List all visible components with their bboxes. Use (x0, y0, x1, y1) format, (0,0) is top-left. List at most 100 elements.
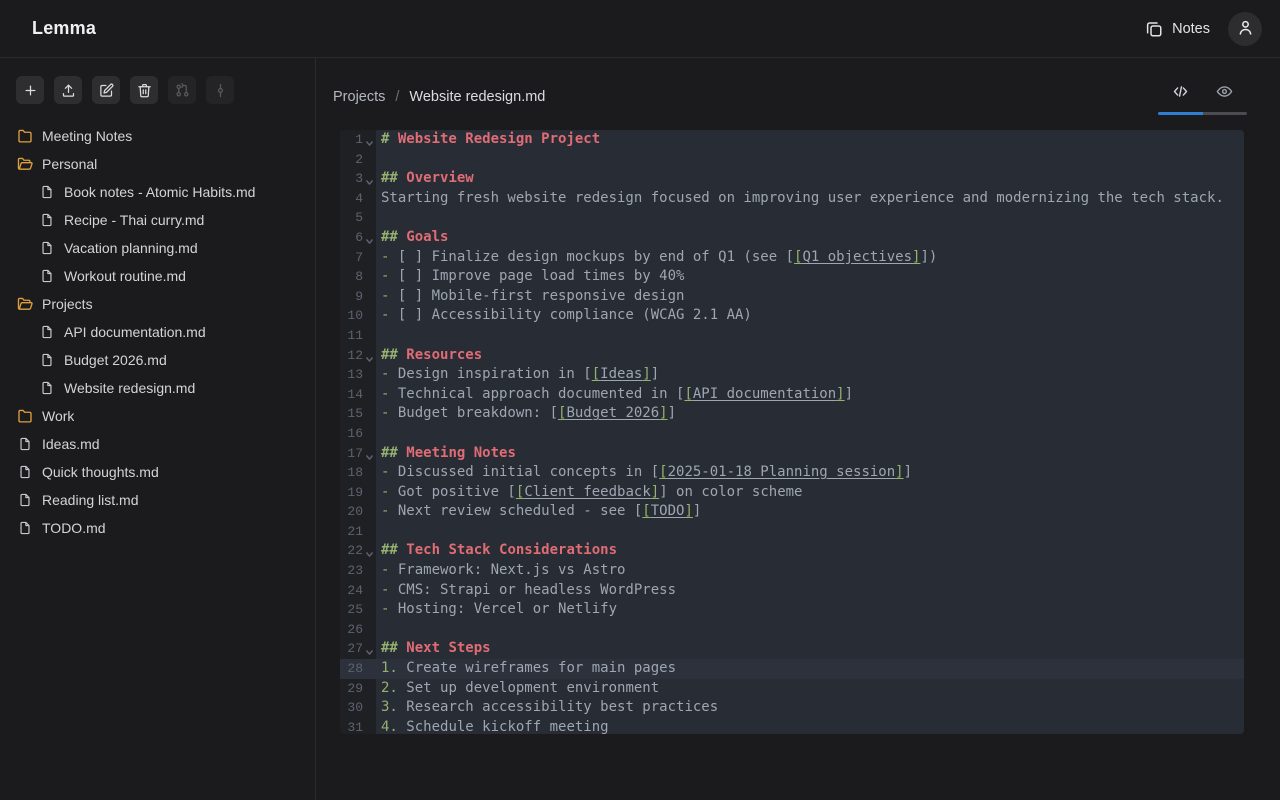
editor-line-11[interactable]: 11 (340, 326, 1244, 346)
tree-item-label: Reading list.md (42, 492, 139, 508)
editor-line-5[interactable]: 5 (340, 208, 1244, 228)
md-marker: - (381, 484, 398, 500)
wiki-link[interactable]: [ (642, 503, 650, 519)
tree-item-label: Meeting Notes (42, 128, 132, 144)
line-number: 1 (340, 130, 376, 150)
file-item-recipe-thai-curry-md[interactable]: Recipe - Thai curry.md (0, 206, 315, 234)
wiki-link[interactable]: [ (659, 464, 667, 480)
editor-line-17[interactable]: 17## Meeting Notes (340, 444, 1244, 464)
tab-source[interactable] (1158, 80, 1203, 106)
md-marker: ## (381, 640, 406, 656)
plain-text: [ ] Improve page load times by 40% (398, 268, 685, 284)
editor-line-9[interactable]: 9- [ ] Mobile-first responsive design (340, 287, 1244, 307)
editor-line-14[interactable]: 14- Technical approach documented in [[A… (340, 385, 1244, 405)
md-marker: - (381, 386, 398, 402)
edit-button[interactable] (92, 76, 120, 104)
plain-text: Framework: Next.js vs Astro (398, 562, 626, 578)
plain-text: [ ] Accessibility compliance (WCAG 2.1 A… (398, 307, 752, 323)
file-item-todo-md[interactable]: TODO.md (0, 514, 315, 542)
wiki-link[interactable]: Q1 objectives (802, 249, 912, 265)
md-marker: 1. (381, 660, 406, 676)
editor-line-20[interactable]: 20- Next review scheduled - see [[TODO]] (340, 502, 1244, 522)
editor-line-4[interactable]: 4Starting fresh website redesign focused… (340, 189, 1244, 209)
file-item-book-notes-atomic-habits-md[interactable]: Book notes - Atomic Habits.md (0, 178, 315, 206)
editor-line-26[interactable]: 26 (340, 620, 1244, 640)
editor-line-30[interactable]: 303. Research accessibility best practic… (340, 698, 1244, 718)
editor-line-12[interactable]: 12## Resources (340, 346, 1244, 366)
wiki-link[interactable]: [ (684, 386, 692, 402)
file-item-vacation-planning-md[interactable]: Vacation planning.md (0, 234, 315, 262)
breadcrumb-folder[interactable]: Projects (333, 89, 385, 105)
wiki-link[interactable]: ] (642, 366, 650, 382)
notes-button[interactable]: Notes (1145, 20, 1210, 38)
upload-button[interactable] (54, 76, 82, 104)
editor-line-3[interactable]: 3## Overview (340, 169, 1244, 189)
file-icon (16, 521, 33, 535)
file-item-website-redesign-md[interactable]: Website redesign.md (0, 374, 315, 402)
folder-open-icon (16, 156, 33, 172)
editor-line-19[interactable]: 19- Got positive [[Client feedback]] on … (340, 483, 1244, 503)
plain-text: Set up development environment (406, 680, 659, 696)
editor-line-16[interactable]: 16 (340, 424, 1244, 444)
upload-icon (61, 83, 76, 98)
folder-item-work[interactable]: Work (0, 402, 315, 430)
wiki-link[interactable]: ] (651, 484, 659, 500)
editor-line-6[interactable]: 6## Goals (340, 228, 1244, 248)
code-line-content: - Got positive [[Client feedback]] on co… (376, 483, 1244, 503)
editor-line-27[interactable]: 27## Next Steps (340, 639, 1244, 659)
wiki-link[interactable]: API documentation (693, 386, 836, 402)
editor-line-25[interactable]: 25- Hosting: Vercel or Netlify (340, 600, 1244, 620)
editor-line-13[interactable]: 13- Design inspiration in [[Ideas]] (340, 365, 1244, 385)
editor-line-1[interactable]: 1# Website Redesign Project (340, 130, 1244, 150)
file-item-budget-2026-md[interactable]: Budget 2026.md (0, 346, 315, 374)
editor-line-24[interactable]: 24- CMS: Strapi or headless WordPress (340, 581, 1244, 601)
editor-line-18[interactable]: 18- Discussed initial concepts in [[2025… (340, 463, 1244, 483)
avatar[interactable] (1228, 12, 1262, 46)
editor-line-15[interactable]: 15- Budget breakdown: [[Budget 2026]] (340, 404, 1244, 424)
wiki-link[interactable]: ] (836, 386, 844, 402)
wiki-link[interactable]: Ideas (600, 366, 642, 382)
file-item-ideas-md[interactable]: Ideas.md (0, 430, 315, 458)
wiki-link[interactable]: ] (684, 503, 692, 519)
editor-line-21[interactable]: 21 (340, 522, 1244, 542)
markdown-editor[interactable]: 1# Website Redesign Project23## Overview… (340, 130, 1244, 734)
wiki-link[interactable]: 2025-01-18 Planning session (668, 464, 896, 480)
wiki-link[interactable]: [ (592, 366, 600, 382)
wiki-link[interactable]: TODO (651, 503, 685, 519)
editor-line-23[interactable]: 23- Framework: Next.js vs Astro (340, 561, 1244, 581)
md-marker: - (381, 268, 398, 284)
sidebar-toolbar (0, 76, 315, 118)
breadcrumb-file: Website redesign.md (409, 89, 545, 105)
code-line-content: - Framework: Next.js vs Astro (376, 561, 1244, 581)
wiki-link[interactable]: ] (659, 405, 667, 421)
heading-text: Resources (406, 347, 482, 363)
editor-line-29[interactable]: 292. Set up development environment (340, 679, 1244, 699)
wiki-link[interactable]: Budget 2026 (566, 405, 659, 421)
editor-line-10[interactable]: 10- [ ] Accessibility compliance (WCAG 2… (340, 306, 1244, 326)
tab-preview[interactable] (1203, 80, 1248, 106)
file-item-workout-routine-md[interactable]: Workout routine.md (0, 262, 315, 290)
editor-line-8[interactable]: 8- [ ] Improve page load times by 40% (340, 267, 1244, 287)
editor-line-22[interactable]: 22## Tech Stack Considerations (340, 541, 1244, 561)
editor-line-31[interactable]: 314. Schedule kickoff meeting (340, 718, 1244, 734)
editor-line-2[interactable]: 2 (340, 150, 1244, 170)
folder-item-meeting-notes[interactable]: Meeting Notes (0, 122, 315, 150)
eye-icon (1216, 83, 1233, 103)
folder-item-projects[interactable]: Projects (0, 290, 315, 318)
file-item-api-documentation-md[interactable]: API documentation.md (0, 318, 315, 346)
wiki-link[interactable]: Client feedback (524, 484, 650, 500)
new-note-button[interactable] (16, 76, 44, 104)
delete-button[interactable] (130, 76, 158, 104)
md-marker: 2. (381, 680, 406, 696)
file-item-quick-thoughts-md[interactable]: Quick thoughts.md (0, 458, 315, 486)
wiki-link[interactable]: ] (895, 464, 903, 480)
folder-item-personal[interactable]: Personal (0, 150, 315, 178)
plain-text: Create wireframes for main pages (406, 660, 676, 676)
line-number: 20 (340, 502, 376, 522)
line-number: 8 (340, 267, 376, 287)
plain-text: Budget breakdown: [ (398, 405, 558, 421)
editor-line-7[interactable]: 7- [ ] Finalize design mockups by end of… (340, 248, 1244, 268)
editor-line-28[interactable]: 281. Create wireframes for main pages (340, 659, 1244, 679)
file-item-reading-list-md[interactable]: Reading list.md (0, 486, 315, 514)
plain-text: [ ] Finalize design mockups by end of Q1… (398, 249, 794, 265)
